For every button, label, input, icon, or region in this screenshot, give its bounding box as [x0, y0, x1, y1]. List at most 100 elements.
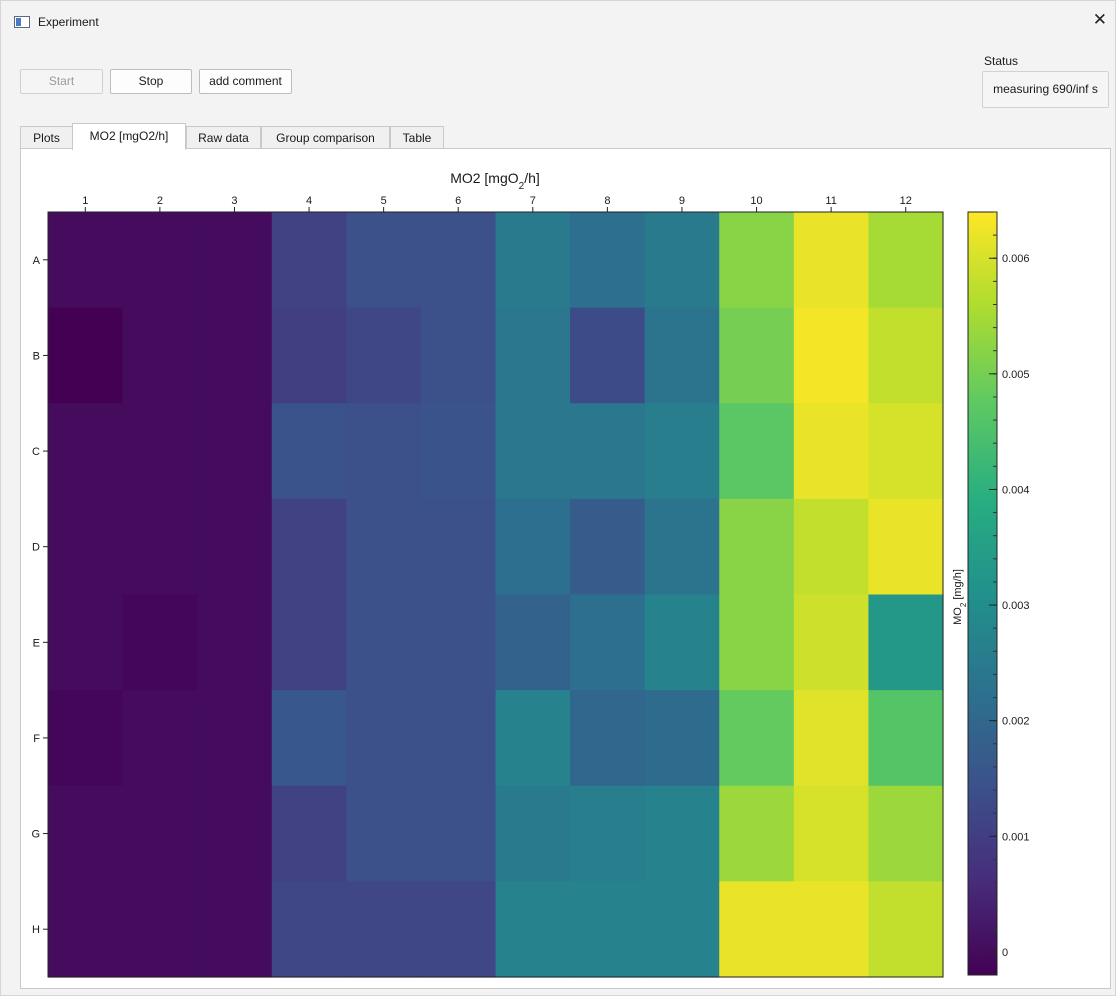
heatmap-cell-F8 — [570, 690, 646, 787]
colorbar — [967, 211, 998, 976]
experiment-window: Experiment ✕ Start Stop add comment Stat… — [0, 0, 1116, 996]
heatmap-cell-H11 — [793, 881, 870, 978]
heatmap-cell-B11 — [793, 307, 870, 404]
heatmap-cell-E7 — [495, 594, 571, 691]
heatmap-cell-F9 — [644, 690, 720, 787]
heatmap-cell-F2 — [122, 690, 198, 787]
heatmap-cell-B10 — [719, 307, 795, 404]
heatmap-cell-G5 — [346, 785, 422, 882]
colorbar-tick-label: 0.001 — [1002, 831, 1030, 843]
tab-label: MO2 [mgO2/h] — [89, 129, 169, 143]
heatmap-cell-A9 — [644, 212, 720, 309]
heatmap-cell-D3 — [197, 498, 273, 596]
heatmap-cell-C12 — [868, 403, 944, 500]
heatmap-cell-B2 — [122, 307, 198, 404]
heatmap-cell-F10 — [719, 690, 795, 787]
heatmap-cell-D4 — [271, 498, 347, 596]
heatmap-cell-A1 — [48, 212, 124, 309]
column-tick-label: 9 — [679, 195, 685, 207]
column-tick-label: 8 — [604, 195, 610, 207]
heatmap-cell-F11 — [793, 690, 870, 787]
heatmap-cell-G10 — [719, 785, 795, 882]
heatmap-cell-E5 — [346, 594, 422, 691]
chart-title-text: MO2 [mgO — [450, 170, 519, 186]
row-tick-label: E — [33, 637, 40, 649]
heatmap-cell-H5 — [346, 881, 422, 978]
heatmap-cell-D5 — [346, 498, 422, 596]
heatmap-cell-F5 — [346, 690, 422, 787]
colorbar-label: MO2 [mg/h] — [952, 569, 968, 625]
row-tick-label: C — [32, 446, 40, 458]
heatmap-cell-C10 — [719, 403, 795, 500]
chart-title: MO2 [mgO2/h] — [450, 170, 540, 192]
heatmap-cell-E12 — [868, 594, 944, 691]
heatmap-cell-H1 — [48, 881, 124, 978]
heatmap-cell-G6 — [420, 785, 497, 882]
colorbar-label-suffix: [mg/h] — [952, 569, 964, 603]
heatmap-cell-B8 — [570, 307, 646, 404]
heatmap-cell-D12 — [868, 498, 944, 596]
heatmap-cell-D9 — [644, 498, 720, 596]
colorbar-label-text: MO — [952, 607, 964, 625]
heatmap-cell-F7 — [495, 690, 571, 787]
heatmap-cell-E1 — [48, 594, 124, 691]
heatmap-cell-H10 — [719, 881, 795, 978]
column-tick-label: 7 — [530, 195, 536, 207]
heatmap-cell-H2 — [122, 881, 198, 978]
colorbar-tick-label: 0 — [1002, 947, 1008, 959]
heatmap-cell-C4 — [271, 403, 347, 500]
heatmap-cell-E8 — [570, 594, 646, 691]
row-tick-label: B — [33, 350, 40, 362]
heatmap-cell-G3 — [197, 785, 273, 882]
heatmap-cell-H7 — [495, 881, 571, 978]
heatmap-cell-G2 — [122, 785, 198, 882]
heatmap-cell-G9 — [644, 785, 720, 882]
heatmap-cell-C6 — [420, 403, 497, 500]
column-tick-label: 5 — [381, 195, 387, 207]
row-tick-labels: A B C D E F G H — [31, 255, 48, 936]
colorbar-tick-label: 0.005 — [1002, 369, 1030, 381]
heatmap-cell-C7 — [495, 403, 571, 500]
colorbar-tick-label: 0.002 — [1002, 716, 1030, 728]
heatmap-cell-D11 — [793, 498, 870, 596]
heatmap-cell-A12 — [868, 212, 944, 309]
mo2-heatmap-chart: MO2 [mgO2/h] 1 2 3 4 5 6 7 8 9 10 11 12 ABCDEFGH 00… — [31, 170, 1030, 978]
column-tick-label: 11 — [825, 195, 836, 207]
row-tick-label: F — [33, 733, 40, 745]
heatmap-cell-B4 — [271, 307, 347, 404]
heatmap-cell-G8 — [570, 785, 646, 882]
heatmap-cell-H4 — [271, 881, 347, 978]
heatmap-cell-D8 — [570, 498, 646, 596]
heatmap-cell-C11 — [793, 403, 870, 500]
heatmap-cell-C9 — [644, 403, 720, 500]
heatmap-cell-F6 — [420, 690, 497, 787]
heatmap-cell-F3 — [197, 690, 273, 787]
row-tick-label: A — [33, 255, 41, 267]
column-tick-label: 12 — [900, 195, 912, 207]
row-tick-label: H — [32, 924, 40, 936]
heatmap-cell-F4 — [271, 690, 347, 787]
heatmap-cell-E4 — [271, 594, 347, 691]
heatmap-cell-B7 — [495, 307, 571, 404]
heatmap-cell-E6 — [420, 594, 497, 691]
heatmap-cell-H8 — [570, 881, 646, 978]
heatmap-cell-A8 — [570, 212, 646, 309]
column-tick-label: 10 — [750, 195, 762, 207]
heatmap-cell-D6 — [420, 498, 497, 596]
colorbar-tick-label: 0.004 — [1002, 484, 1030, 496]
heatmap-cell-G1 — [48, 785, 124, 882]
row-tick-label: D — [32, 542, 40, 554]
heatmap-cell-E10 — [719, 594, 795, 691]
tab-mo2[interactable]: MO2 [mgO2/h] — [72, 123, 186, 150]
heatmap-cell-F12 — [868, 690, 944, 787]
heatmap-cell-A4 — [271, 212, 347, 309]
heatmap-cell-A6 — [420, 212, 497, 309]
heatmap-cell-B1 — [48, 307, 124, 404]
heatmap-cell-B12 — [868, 307, 944, 404]
heatmap-cell-B5 — [346, 307, 422, 404]
column-tick-label: 3 — [231, 195, 237, 207]
heatmap-cell-E2 — [122, 594, 198, 691]
heatmap-cell-H6 — [420, 881, 497, 978]
heatmap-cell-H3 — [197, 881, 273, 978]
heatmap-cell-D2 — [122, 498, 198, 596]
